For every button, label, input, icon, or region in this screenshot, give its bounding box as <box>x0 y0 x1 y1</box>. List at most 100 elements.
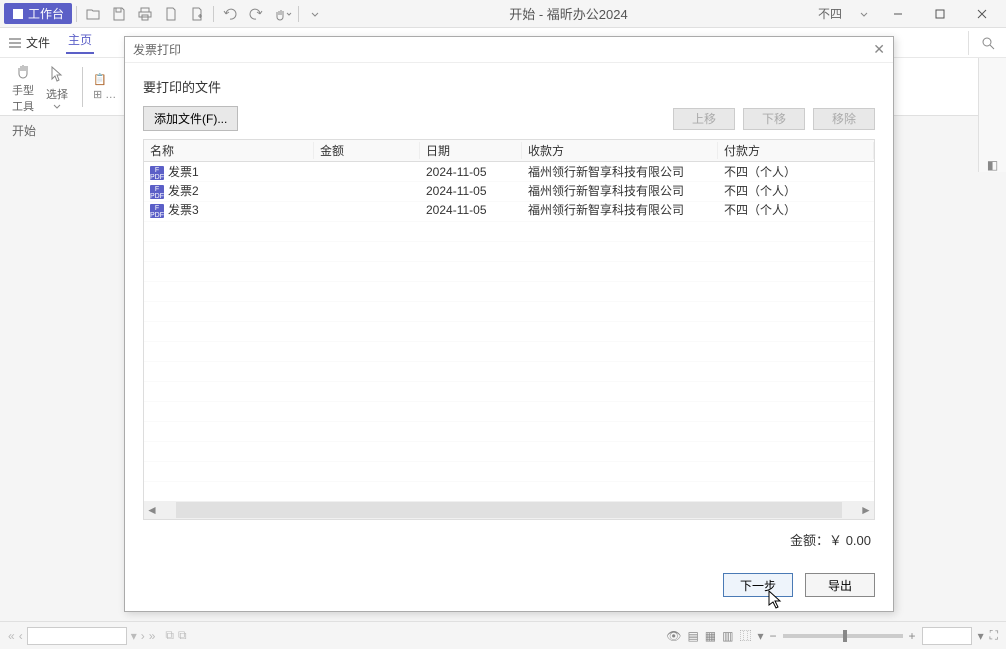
titlebar: 工作台 开始 - 福昕办公2024 不四 <box>0 0 1006 28</box>
sidebar-panel-icon[interactable]: ◧ <box>987 158 998 172</box>
maximize-button[interactable] <box>920 1 960 27</box>
cell-name: 发票2 <box>168 184 199 198</box>
zoom-out-button[interactable]: − <box>770 629 777 643</box>
redo-icon[interactable] <box>244 2 268 26</box>
table-icon[interactable]: ⊞ … <box>93 88 116 101</box>
col-payee[interactable]: 收款方 <box>522 142 718 159</box>
document-title: 开始 - 福昕办公2024 <box>327 4 810 23</box>
chevron-down-icon <box>53 104 61 110</box>
col-name[interactable]: 名称 <box>144 142 314 159</box>
page-number-input[interactable] <box>27 627 127 645</box>
separator <box>213 6 214 22</box>
hand-dropdown-icon[interactable] <box>270 2 294 26</box>
dialog-footer: 下一步 导出 <box>125 563 893 611</box>
dialog-title: 发票打印 <box>133 41 181 58</box>
zoom-in-button[interactable]: + <box>909 629 916 643</box>
user-name[interactable]: 不四 <box>810 5 850 22</box>
dialog-body: 要打印的文件 添加文件(F)... 上移 下移 移除 名称 金额 日期 收款方 … <box>125 63 893 563</box>
open-icon[interactable] <box>81 2 105 26</box>
col-payer[interactable]: 付款方 <box>718 142 874 159</box>
file-menu[interactable]: 文件 <box>8 34 50 51</box>
tool-small-group: 📋 ⊞ … <box>93 73 116 101</box>
list-action-buttons: 上移 下移 移除 <box>673 108 875 130</box>
move-up-button[interactable]: 上移 <box>673 108 735 130</box>
breadcrumb-start[interactable]: 开始 <box>12 122 36 139</box>
save-icon[interactable] <box>107 2 131 26</box>
nav-icon-2[interactable]: ⧉ <box>178 628 187 643</box>
table-row[interactable]: FPDF 发票3 2024-11-05 福州领行新智享科技有限公司 不四（个人） <box>144 200 874 219</box>
print-icon[interactable] <box>133 2 157 26</box>
hand-tool-button[interactable]: 手型 工具 <box>8 58 38 116</box>
statusbar-right: 👁 ▤ ▦ ▥ ⿲ ▾ − + ▾ ⛶ <box>666 627 998 645</box>
search-button[interactable] <box>968 31 998 55</box>
scroll-left-arrow[interactable]: ◄ <box>144 503 160 517</box>
zoom-input[interactable] <box>922 627 972 645</box>
titlebar-right: 不四 <box>810 1 1002 27</box>
actions-row: 添加文件(F)... 上移 下移 移除 <box>143 106 875 131</box>
remove-button[interactable]: 移除 <box>813 108 875 130</box>
next-page-button[interactable]: › <box>141 629 145 643</box>
zoom-dropdown-icon[interactable]: ▾ <box>978 629 984 643</box>
titlebar-left: 工作台 <box>4 2 327 26</box>
view-mode-1-icon[interactable]: ▤ <box>687 629 698 643</box>
user-dropdown-icon[interactable] <box>852 2 876 26</box>
total-row: 金额：￥ 0.00 <box>143 520 875 549</box>
workspace-label: 工作台 <box>28 5 64 22</box>
horizontal-scrollbar[interactable]: ◄ ► <box>144 501 874 519</box>
cell-date: 2024-11-05 <box>420 203 522 217</box>
scroll-right-arrow[interactable]: ► <box>858 503 874 517</box>
dialog-titlebar: 发票打印 ✕ <box>125 37 893 63</box>
dialog-close-button[interactable]: ✕ <box>873 41 885 58</box>
pdf-icon: FPDF <box>150 185 164 199</box>
cell-date: 2024-11-05 <box>420 165 522 179</box>
fullscreen-icon[interactable]: ⛶ <box>990 628 998 643</box>
cell-payee: 福州领行新智享科技有限公司 <box>522 201 718 218</box>
prev-page-button[interactable]: ‹ <box>19 629 23 643</box>
file-menu-label: 文件 <box>26 34 50 51</box>
pdf-icon: FPDF <box>150 204 164 218</box>
file-table: 名称 金额 日期 收款方 付款方 FPDF 发票1 2024-11-05 福州领行… <box>143 139 875 520</box>
cell-payer: 不四（个人） <box>718 201 874 218</box>
search-icon <box>980 35 996 51</box>
new-page-icon[interactable] <box>185 2 209 26</box>
export-button[interactable]: 导出 <box>805 573 875 597</box>
pdf-icon: FPDF <box>150 166 164 180</box>
table-header: 名称 金额 日期 收款方 付款方 <box>144 140 874 162</box>
cell-payee: 福州领行新智享科技有限公司 <box>522 163 718 180</box>
move-down-button[interactable]: 下移 <box>743 108 805 130</box>
clipboard-icon[interactable]: 📋 <box>93 73 116 86</box>
first-page-button[interactable]: « <box>8 629 15 643</box>
dropdown-icon[interactable] <box>303 2 327 26</box>
last-page-button[interactable]: » <box>149 629 156 643</box>
page-icon[interactable] <box>159 2 183 26</box>
tab-home[interactable]: 主页 <box>66 31 94 54</box>
statusbar: « ‹ ▾ › » ⧉ ⧉ 👁 ▤ ▦ ▥ ⿲ ▾ − + ▾ ⛶ <box>0 621 1006 649</box>
col-date[interactable]: 日期 <box>420 142 522 159</box>
table-row[interactable]: FPDF发票1 2024-11-05 福州领行新智享科技有限公司 不四（个人） <box>144 162 874 181</box>
next-button[interactable]: 下一步 <box>723 573 793 597</box>
select-tool-button[interactable]: 选择 <box>42 62 72 112</box>
separator <box>82 67 83 107</box>
close-button[interactable] <box>962 1 1002 27</box>
nav-icon-1[interactable]: ⧉ <box>165 628 174 643</box>
view-dropdown-icon[interactable]: ▾ <box>758 629 764 643</box>
scroll-track[interactable] <box>176 502 842 518</box>
view-eye-icon[interactable]: 👁 <box>666 629 681 643</box>
total-label: 金额：￥ <box>790 533 842 548</box>
view-mode-4-icon[interactable]: ⿲ <box>739 627 751 644</box>
page-dropdown-icon[interactable]: ▾ <box>131 629 137 643</box>
cell-payee: 福州领行新智享科技有限公司 <box>522 182 718 199</box>
view-mode-3-icon[interactable]: ▥ <box>722 629 733 643</box>
add-file-button[interactable]: 添加文件(F)... <box>143 106 238 131</box>
view-mode-2-icon[interactable]: ▦ <box>705 629 716 643</box>
statusbar-left: « ‹ ▾ › » ⧉ ⧉ <box>8 627 187 645</box>
workspace-button[interactable]: 工作台 <box>4 3 72 24</box>
table-row[interactable]: FPDF发票2 2024-11-05 福州领行新智享科技有限公司 不四（个人） <box>144 181 874 200</box>
minimize-button[interactable] <box>878 1 918 27</box>
undo-icon[interactable] <box>218 2 242 26</box>
zoom-slider[interactable] <box>783 634 903 638</box>
col-amount[interactable]: 金额 <box>314 142 420 159</box>
select-tool-label: 选择 <box>46 86 68 102</box>
cell-name: 发票3 <box>168 203 199 217</box>
cell-name: 发票1 <box>168 165 199 179</box>
